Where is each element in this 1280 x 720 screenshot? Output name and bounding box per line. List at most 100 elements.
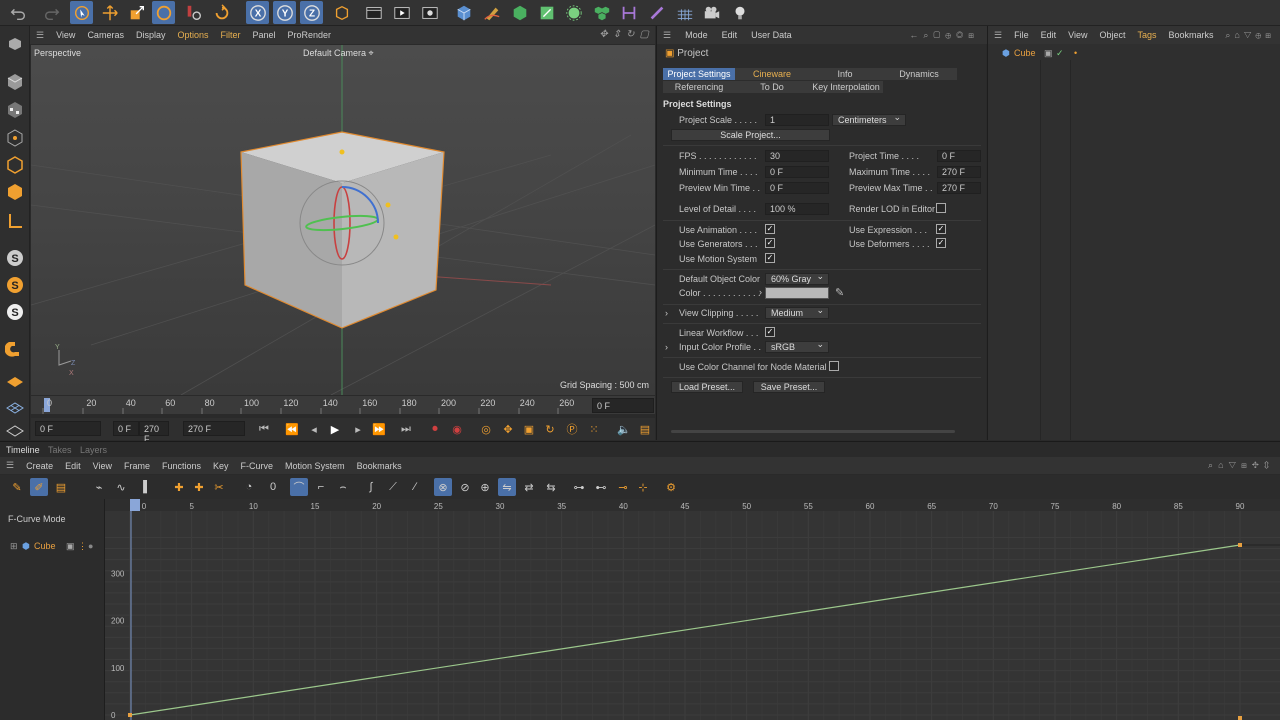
fps-field[interactable]: 30	[765, 150, 829, 162]
menu-bookmarks[interactable]: Bookmarks	[357, 461, 402, 471]
use-expression-checkbox[interactable]: ✓	[936, 224, 946, 234]
tab-layers[interactable]: Layers	[80, 445, 107, 455]
tab-project-settings[interactable]: Project Settings	[663, 68, 735, 80]
floor-icon[interactable]	[673, 1, 696, 24]
workplane-icon[interactable]	[3, 370, 27, 394]
default-color-dropdown[interactable]: 60% Gray	[765, 271, 829, 285]
orbit-icon[interactable]: ↻	[626, 29, 634, 40]
texture-mode-icon[interactable]	[3, 98, 27, 122]
timeline-object-name[interactable]: Cube	[34, 541, 56, 551]
cloner-icon[interactable]	[590, 1, 613, 24]
rotate-icon[interactable]	[152, 1, 175, 24]
viewport-menu-icon[interactable]: ☰	[36, 30, 44, 41]
object-menu-icon[interactable]: ☰	[994, 30, 1002, 41]
color-swatch[interactable]	[765, 287, 829, 299]
autokey-icon[interactable]: ◉	[448, 420, 466, 438]
key-mode-icon[interactable]: ⌁	[90, 478, 108, 496]
tab-timeline[interactable]: Timeline	[6, 445, 40, 455]
edges-mode-icon[interactable]	[3, 153, 27, 177]
undo-icon[interactable]	[6, 1, 29, 24]
menu-functions[interactable]: Functions	[162, 461, 201, 471]
maximize-icon[interactable]: ▢	[640, 29, 649, 40]
use-generators-checkbox[interactable]: ✓	[765, 238, 775, 248]
grid-settings-icon[interactable]	[3, 419, 27, 443]
menu-prorender[interactable]: ProRender	[288, 30, 332, 40]
link-icon[interactable]: ⊹	[634, 478, 652, 496]
goto-start-icon[interactable]: ⏮	[255, 420, 273, 438]
spline-icon[interactable]: ⌒	[290, 478, 308, 496]
use-motion-checkbox[interactable]: ✓	[765, 253, 775, 263]
object-visibility-icon[interactable]: ▣	[66, 541, 75, 552]
tag-icon[interactable]: •	[1074, 48, 1077, 58]
project-time-field[interactable]: 0 F	[937, 150, 981, 162]
menu-filter[interactable]: Filter	[221, 30, 241, 40]
point-level-icon[interactable]: ⁙	[585, 420, 603, 438]
preview-min-field[interactable]: 0 F	[765, 182, 829, 194]
points-mode-icon[interactable]	[3, 126, 27, 150]
current-frame-field[interactable]: 0 F	[592, 398, 654, 413]
menu-key[interactable]: Key	[213, 461, 229, 471]
tab-info[interactable]: Info	[809, 68, 881, 80]
scale-icon[interactable]	[125, 1, 148, 24]
prev-key-icon[interactable]: ⏪	[283, 420, 301, 438]
zoom-icon[interactable]: ⇕	[613, 29, 621, 40]
menu-tags[interactable]: Tags	[1137, 30, 1156, 40]
start-frame-field[interactable]: 0 F	[35, 421, 101, 436]
play-icon[interactable]: ▶	[326, 420, 344, 438]
node-material-checkbox[interactable]	[829, 361, 839, 371]
view-clipping-expand-icon[interactable]: ›	[665, 308, 668, 318]
expand-icon[interactable]: ⊞	[10, 541, 18, 552]
project-scale-field[interactable]: 1	[765, 114, 829, 126]
viewport[interactable]: Y Z X Perspective Default Camera ⌖ Grid …	[31, 45, 655, 395]
auto-tangents-icon[interactable]: ⇋	[498, 478, 516, 496]
attribute-nav-icons[interactable]: ←⌕▢⊕◎⊞	[909, 30, 979, 41]
camera-icon[interactable]	[700, 1, 723, 24]
ease-in-icon[interactable]: ∫	[362, 478, 380, 496]
use-animation-checkbox[interactable]: ✓	[765, 224, 775, 234]
motion-mode-icon[interactable]: ▤	[52, 478, 70, 496]
mute-icon[interactable]: ⊸	[614, 478, 632, 496]
ease-out-icon[interactable]: ⟋	[384, 478, 402, 496]
fcurve-mode-icon[interactable]: ✐	[30, 478, 48, 496]
min-time-field[interactable]: 0 F	[765, 166, 829, 178]
view-clipping-dropdown[interactable]: Medium	[765, 305, 829, 319]
pen-icon[interactable]	[480, 1, 503, 24]
scene-icon[interactable]	[645, 1, 668, 24]
object-dot-icon[interactable]: ●	[88, 541, 93, 551]
lock-key-time-icon[interactable]: ⊶	[570, 478, 588, 496]
save-preset-button[interactable]: Save Preset...	[753, 381, 825, 393]
lock-key-value-icon[interactable]: ⊷	[592, 478, 610, 496]
project-scale-unit-dropdown[interactable]: Centimeters	[832, 112, 906, 126]
timeline-mode-icon[interactable]: ▐	[134, 478, 152, 496]
polygons-mode-icon[interactable]	[3, 180, 27, 204]
scale-key-icon[interactable]: ▣	[520, 420, 538, 438]
next-key-icon[interactable]: ⏩	[370, 420, 388, 438]
max-frame-field[interactable]: 270 F	[139, 421, 169, 444]
tab-dynamics[interactable]: Dynamics	[881, 68, 957, 80]
soft-icon[interactable]: ⌢	[334, 478, 352, 496]
curve-mode-icon[interactable]: ∿	[112, 478, 130, 496]
render-lod-checkbox[interactable]	[936, 203, 946, 213]
quantize-icon[interactable]: S	[3, 300, 27, 324]
axis-mode-icon[interactable]	[3, 209, 27, 233]
end-frame-field[interactable]: 270 F	[183, 421, 245, 436]
x-axis-icon[interactable]: X	[246, 1, 269, 24]
tab-to-do[interactable]: To Do	[735, 81, 809, 93]
object-tag-icon[interactable]: ⋮	[78, 541, 87, 552]
clamp-icon[interactable]: ⇄	[520, 478, 538, 496]
menu-create[interactable]: Create	[26, 461, 53, 471]
tab-cineware[interactable]: Cineware	[735, 68, 809, 80]
menu-display[interactable]: Display	[136, 30, 166, 40]
input-profile-dropdown[interactable]: sRGB	[765, 339, 829, 353]
menu-edit[interactable]: Edit	[722, 30, 738, 40]
timeline-menu-icon[interactable]: ☰	[6, 460, 14, 471]
pan-icon[interactable]: ✥	[599, 29, 607, 40]
prev-frame-icon[interactable]: ◂	[305, 420, 323, 438]
menu-options[interactable]: Options	[177, 30, 208, 40]
key-linear-icon[interactable]: ◔	[240, 478, 258, 496]
grid-icon[interactable]	[3, 396, 27, 420]
z-axis-icon[interactable]: Z	[300, 1, 323, 24]
rotation-key-icon[interactable]: ↻	[541, 420, 559, 438]
record-icon[interactable]: ⏺	[426, 420, 444, 438]
goto-end-icon[interactable]: ⏭	[397, 420, 415, 438]
